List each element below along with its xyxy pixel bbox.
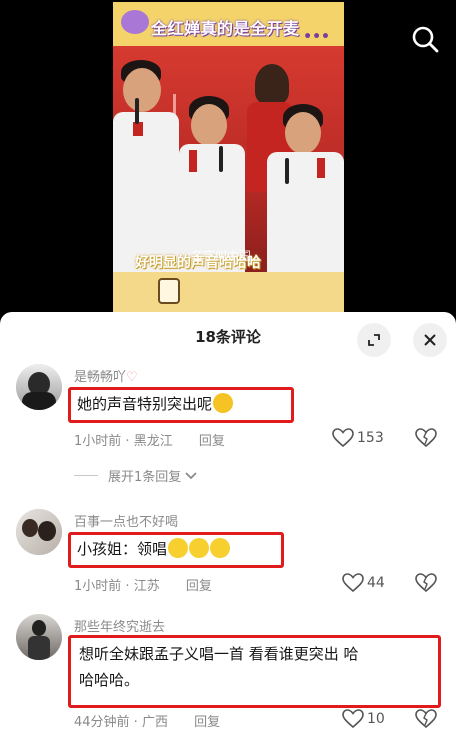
comment-content: 想听全妹跟孟子义唱一首 看看谁更突出 哈 哈哈哈。 (68, 635, 441, 708)
comment-meta: 1小时前 · 黑龙江 回复 (74, 434, 225, 449)
grinning-emoji-icon (189, 537, 210, 558)
comment-meta: 1小时前 · 江苏 回复 (74, 579, 212, 594)
grinning-emoji-icon (168, 537, 189, 558)
expand-replies-button[interactable]: 展开1条回复 (74, 466, 198, 485)
like-count: 44 (367, 575, 385, 591)
like-button[interactable]: 10 (342, 709, 385, 729)
comment-item: 是畅畅吖♡ 她的声音特别突出呢 1小时前 · 黑龙江 回复 153 (0, 362, 456, 472)
broken-heart-icon (415, 573, 437, 593)
divider (74, 475, 98, 476)
broken-heart-icon (415, 428, 437, 448)
comment-item: 百事一点也不好喝 小孩姐：领唱 1小时前 · 江苏 回复 44 (0, 507, 456, 607)
grinning-emoji-icon (210, 537, 231, 558)
comment-username[interactable]: 是畅畅吖♡ (74, 366, 138, 385)
reply-button[interactable]: 回复 (194, 715, 220, 730)
heart-icon (342, 573, 364, 593)
singer-middle (175, 46, 247, 272)
video-frame: 全红婵真的是全开麦 ••• 好明显的声音哈哈哈 名字叫中国 (113, 2, 344, 312)
expand-button[interactable] (357, 323, 391, 357)
search-button[interactable] (410, 24, 440, 54)
comment-content: 她的声音特别突出呢 (68, 387, 294, 423)
chevron-down-icon (185, 471, 197, 479)
laughing-emoji-icon (213, 392, 234, 413)
comment-username[interactable]: 百事一点也不好喝 (74, 511, 178, 530)
comments-panel: 18条评论 是畅畅吖♡ 她的声音特别突出呢 1小时前 · 黑龙江 回复 153 … (0, 312, 456, 735)
reply-button[interactable]: 回复 (199, 434, 225, 449)
banner-dots: ••• (303, 29, 330, 45)
reply-button[interactable]: 回复 (186, 579, 212, 594)
dislike-button[interactable] (415, 573, 437, 597)
video-banner-text: 全红婵真的是全开麦 (151, 19, 300, 38)
heart-icon (342, 709, 364, 729)
like-count: 10 (367, 711, 385, 727)
singer-right (261, 46, 344, 272)
comment-content: 小孩姐：领唱 (68, 532, 284, 568)
comment-item: 那些年终究逝去 想听全妹跟孟子义唱一首 看看谁更突出 哈 哈哈哈。 44分钟前 … (0, 612, 456, 735)
heart-icon (332, 428, 354, 448)
comment-text-line: 想听全妹跟孟子义唱一首 看看谁更突出 哈 (79, 645, 359, 663)
heart-icon: ♡ (126, 370, 138, 385)
video-watermark: 名字叫中国 (191, 249, 252, 263)
like-button[interactable]: 44 (342, 573, 385, 593)
avatar[interactable] (16, 614, 62, 660)
broken-heart-icon (415, 709, 437, 729)
close-button[interactable] (413, 323, 447, 357)
video-banner: 全红婵真的是全开麦 ••• (113, 2, 344, 46)
expand-replies-label: 展开1条回复 (108, 470, 182, 485)
hand-icon (158, 278, 180, 304)
avatar[interactable] (16, 364, 62, 410)
comment-text-line: 哈哈哈。 (79, 671, 140, 689)
search-icon (412, 26, 439, 53)
dislike-button[interactable] (415, 428, 437, 452)
like-count: 153 (357, 430, 384, 446)
expand-icon (368, 334, 380, 346)
video-player[interactable]: 全红婵真的是全开麦 ••• 好明显的声音哈哈哈 名字叫中国 (0, 0, 456, 312)
dislike-button[interactable] (415, 709, 437, 733)
comment-meta: 44分钟前 · 广西 回复 (74, 715, 221, 730)
video-stage: 好明显的声音哈哈哈 (113, 46, 344, 272)
like-button[interactable]: 153 (332, 428, 384, 448)
sticker-icon (121, 10, 149, 34)
comment-username[interactable]: 那些年终究逝去 (74, 616, 165, 635)
close-icon (424, 334, 436, 346)
singer-left (113, 46, 183, 272)
avatar[interactable] (16, 509, 62, 555)
video-bottom-strip (113, 272, 344, 312)
